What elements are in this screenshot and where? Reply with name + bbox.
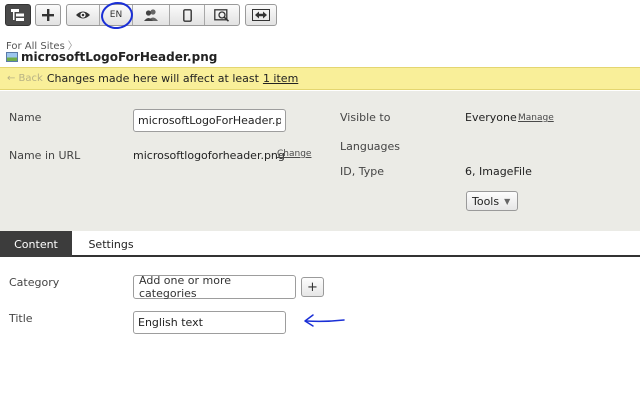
- back-link[interactable]: ← Back: [7, 73, 43, 84]
- view-toolbar-group: EN: [66, 4, 240, 26]
- title-input[interactable]: [133, 311, 286, 334]
- tools-label: Tools: [472, 194, 500, 208]
- eye-icon: [76, 11, 90, 19]
- language-button[interactable]: EN: [100, 5, 133, 25]
- add-button[interactable]: [35, 4, 61, 26]
- title-label: Title: [9, 312, 33, 325]
- manage-visibility-link[interactable]: Manage: [518, 113, 554, 123]
- visible-label: Visible to: [340, 111, 391, 124]
- arrow-annotation-icon: [304, 314, 345, 327]
- mobile-view-button[interactable]: [170, 5, 205, 25]
- preview-button[interactable]: [67, 5, 100, 25]
- warning-bar: ← Back Changes made here will affect at …: [0, 67, 640, 90]
- users-icon: [144, 9, 158, 21]
- mobile-icon: [182, 8, 192, 22]
- languages-label: Languages: [340, 140, 401, 153]
- preview-search-icon: [214, 8, 230, 22]
- url-value: microsoftlogoforheader.png: [133, 149, 285, 162]
- file-title-text: microsoftLogoForHeader.png: [21, 50, 218, 64]
- tab-bar: Content Settings: [0, 231, 640, 257]
- image-file-icon: [6, 52, 18, 62]
- id-type-label: ID, Type: [340, 165, 384, 178]
- language-label: EN: [109, 10, 123, 20]
- category-label: Category: [9, 276, 60, 289]
- plus-icon: [42, 9, 54, 21]
- add-category-button[interactable]: +: [301, 277, 324, 297]
- compare-button[interactable]: [245, 4, 277, 26]
- url-label: Name in URL: [9, 149, 81, 162]
- category-input[interactable]: Add one or more categories: [133, 274, 296, 300]
- tree-button[interactable]: [5, 4, 31, 26]
- name-input[interactable]: [133, 109, 286, 132]
- preview-search-button[interactable]: [205, 5, 239, 25]
- chevron-down-icon: ▼: [504, 196, 511, 206]
- tab-content[interactable]: Content: [0, 231, 72, 257]
- visible-value: Everyone: [465, 111, 517, 124]
- toolbar: EN: [0, 0, 640, 32]
- swap-icon: [252, 9, 270, 21]
- properties-panel: Name Name in URL microsoftlogoforheader.…: [0, 91, 640, 231]
- users-button[interactable]: [133, 5, 170, 25]
- id-type-value: 6, ImageFile: [465, 165, 532, 178]
- category-placeholder: Add one or more categories: [139, 274, 232, 300]
- change-url-link[interactable]: Change: [277, 149, 311, 159]
- warning-message: Changes made here will affect at least: [46, 72, 259, 85]
- tools-dropdown[interactable]: Tools ▼: [466, 191, 518, 211]
- name-label: Name: [9, 111, 42, 124]
- page-title: microsoftLogoForHeader.png: [6, 50, 217, 64]
- affected-items-link[interactable]: 1 item: [263, 72, 298, 85]
- tree-icon: [11, 9, 24, 21]
- tab-settings[interactable]: Settings: [76, 231, 146, 257]
